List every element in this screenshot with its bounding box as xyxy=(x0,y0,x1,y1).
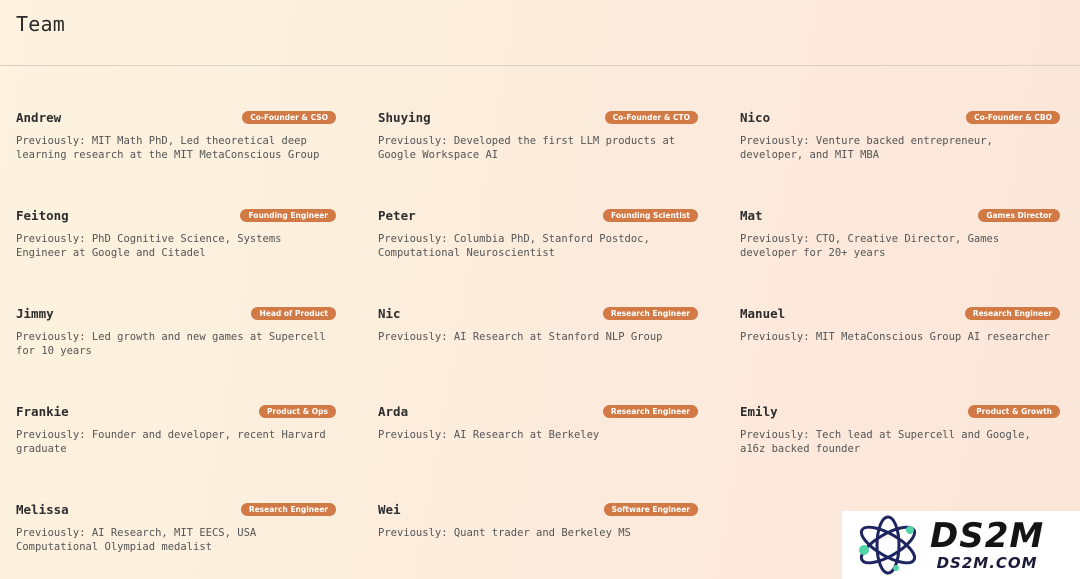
team-member-card: Arda Research Engineer Previously: AI Res… xyxy=(378,400,698,498)
member-bio: Previously: AI Research, MIT EECS, USA C… xyxy=(16,527,257,553)
member-name: Feitong xyxy=(16,207,69,223)
team-member-card: Peter Founding Scientist Previously: Colu… xyxy=(378,204,698,302)
member-name: Wei xyxy=(378,501,401,517)
member-bio: Previously: PhD Cognitive Science, Syste… xyxy=(16,233,282,259)
member-bio: Previously: AI Research at Berkeley xyxy=(378,429,600,441)
member-name: Shuying xyxy=(378,109,431,125)
role-badge: Research Engineer xyxy=(964,306,1060,320)
watermark-domain: DS2M.COM xyxy=(936,554,1038,572)
team-member-card: Frankie Product & Ops Previously: Founder… xyxy=(16,400,336,498)
team-member-card: Manuel Research Engineer Previously: MIT … xyxy=(740,302,1060,400)
role-badge: Software Engineer xyxy=(603,502,698,516)
member-bio: Previously: CTO, Creative Director, Game… xyxy=(740,233,1000,259)
member-name: Melissa xyxy=(16,501,69,517)
team-member-card: Jimmy Head of Product Previously: Led gro… xyxy=(16,302,336,400)
member-name: Andrew xyxy=(16,109,62,125)
team-member-card: Wei Software Engineer Previously: Quant t… xyxy=(378,498,698,579)
team-member-card: Andrew Co-Founder & CSO Previously: MIT M… xyxy=(16,106,336,204)
role-badge: Research Engineer xyxy=(602,404,698,418)
member-name: Manuel xyxy=(740,305,786,321)
role-badge: Product & Ops xyxy=(258,404,336,418)
role-badge: Co-Founder & CSO xyxy=(242,110,336,124)
member-name: Emily xyxy=(740,403,778,419)
role-badge: Research Engineer xyxy=(240,502,336,516)
member-bio: Previously: MIT Math PhD, Led theoretica… xyxy=(16,135,320,161)
team-member-card: Emily Product & Growth Previously: Tech l… xyxy=(740,400,1060,498)
member-bio: Previously: Columbia PhD, Stanford Postd… xyxy=(378,233,650,259)
atom-logo-icon xyxy=(859,515,917,575)
watermark-brand: DS2M xyxy=(930,516,1045,556)
role-badge: Head of Product xyxy=(251,306,336,320)
member-bio: Previously: AI Research at Stanford NLP … xyxy=(378,331,663,343)
watermark: DS2M DS2M.COM xyxy=(842,511,1080,579)
page-header: Team xyxy=(0,0,1080,66)
member-name: Jimmy xyxy=(16,305,54,321)
team-member-card: Feitong Founding Engineer Previously: PhD… xyxy=(16,204,336,302)
member-name: Mat xyxy=(740,207,763,223)
member-name: Peter xyxy=(378,207,416,223)
role-badge: Founding Scientist xyxy=(603,208,698,222)
role-badge: Product & Growth xyxy=(968,404,1060,418)
team-grid: Andrew Co-Founder & CSO Previously: MIT M… xyxy=(16,106,1064,579)
team-member-card: Nic Research Engineer Previously: AI Rese… xyxy=(378,302,698,400)
role-badge: Founding Engineer xyxy=(240,208,336,222)
member-bio: Previously: Developed the first LLM prod… xyxy=(378,135,676,161)
page-title: Team xyxy=(16,12,65,36)
member-name: Nico xyxy=(740,109,771,125)
team-member-card: Nico Co-Founder & CBO Previously: Venture… xyxy=(740,106,1060,204)
member-bio: Previously: Led growth and new games at … xyxy=(16,331,326,357)
member-bio: Previously: Tech lead at Supercell and G… xyxy=(740,429,1031,455)
role-badge: Research Engineer xyxy=(602,306,698,320)
team-member-card: Mat Games Director Previously: CTO, Creat… xyxy=(740,204,1060,302)
member-bio: Previously: Venture backed entrepreneur,… xyxy=(740,135,993,161)
role-badge: Games Director xyxy=(978,208,1060,222)
member-bio: Previously: Quant trader and Berkeley MS xyxy=(378,527,631,539)
team-member-card: Melissa Research Engineer Previously: AI … xyxy=(16,498,336,579)
member-bio: Previously: Founder and developer, recen… xyxy=(16,429,326,455)
member-name: Frankie xyxy=(16,403,69,419)
member-bio: Previously: MIT MetaConscious Group AI r… xyxy=(740,331,1050,343)
member-name: Arda xyxy=(378,403,409,419)
member-name: Nic xyxy=(378,305,401,321)
team-member-card: Shuying Co-Founder & CTO Previously: Deve… xyxy=(378,106,698,204)
role-badge: Co-Founder & CTO xyxy=(604,110,698,124)
role-badge: Co-Founder & CBO xyxy=(966,110,1060,124)
